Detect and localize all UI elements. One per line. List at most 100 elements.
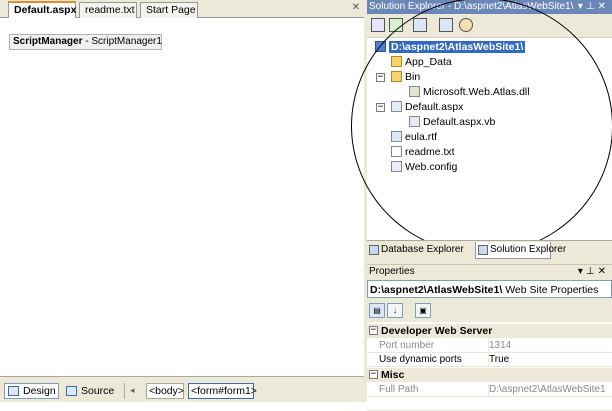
category-label: Developer Web Server	[381, 325, 493, 337]
refresh-icon[interactable]	[389, 18, 403, 32]
tree-node-default-vb[interactable]: Default.aspx.vb	[409, 115, 495, 129]
property-pages-icon[interactable]: ▣	[415, 303, 431, 318]
collapse-icon[interactable]: −	[376, 73, 385, 82]
solution-explorer-toolbar	[367, 14, 612, 38]
project-icon	[375, 41, 386, 52]
tree-node-label: App_Data	[405, 56, 452, 68]
property-value: 1314	[488, 339, 512, 353]
close-icon[interactable]: ✕	[352, 2, 360, 13]
tree-node-project[interactable]: D:\aspnet2\AtlasWebSite1\	[375, 40, 526, 54]
tab-solution-explorer[interactable]: Solution Explorer	[475, 242, 566, 259]
pin-icon[interactable]: ⊥	[586, 1, 598, 12]
source-label: Source	[81, 385, 115, 397]
view-switcher-bar: Design Source ◂ <body> <form#form1>	[0, 376, 364, 402]
alphabetical-icon[interactable]: ↓	[387, 303, 403, 318]
close-icon[interactable]: ✕	[598, 266, 609, 277]
config-file-icon	[391, 161, 402, 172]
txt-file-icon	[391, 146, 402, 157]
view-in-browser-icon[interactable]	[439, 18, 453, 32]
tree-node-web-config[interactable]: Web.config	[391, 160, 457, 174]
vb-file-icon	[409, 116, 420, 127]
rtf-file-icon	[391, 131, 402, 142]
tab-database-explorer[interactable]: Database Explorer	[367, 242, 475, 259]
category-developer-web-server[interactable]: − Developer Web Server	[367, 324, 612, 338]
property-row-full-path[interactable]: Full Path D:\aspnet2\AtlasWebSite1	[367, 383, 612, 397]
object-type: Web Site Properties	[505, 284, 599, 296]
breadcrumb-form-tag[interactable]: <form#form1>	[188, 383, 257, 399]
tree-node-label: readme.txt	[405, 146, 455, 158]
tree-node-label: Default.aspx	[405, 101, 464, 113]
document-tab-strip: Default.aspx readme.txt Start Page ✕	[0, 0, 364, 19]
dll-icon	[409, 86, 420, 97]
properties-icon[interactable]	[371, 18, 385, 32]
design-label: Design	[23, 385, 56, 397]
tree-node-label: eula.rtf	[405, 131, 438, 143]
property-grid: − Developer Web Server Port number 1314 U…	[367, 322, 612, 411]
explorer-tab-strip: Database Explorer Solution Explorer	[367, 240, 612, 260]
property-name: Port number	[379, 340, 435, 351]
tree-node-bin[interactable]: Bin	[391, 70, 420, 84]
divider	[124, 383, 125, 399]
tree-node-label: Bin	[405, 71, 421, 83]
tab-default-aspx[interactable]: Default.aspx	[8, 1, 76, 19]
tab-label: Database Explorer	[381, 244, 464, 255]
pane-buttons: ▾⊥✕	[578, 0, 609, 14]
categorized-icon[interactable]: ▤	[369, 303, 385, 318]
properties-toolbar: ▤ ↓ ▣	[367, 298, 612, 322]
property-value: True	[488, 353, 510, 367]
tree-node-label: Microsoft.Web.Atlas.dll	[423, 86, 530, 98]
property-name: Full Path	[379, 384, 419, 395]
object-name: D:\aspnet2\AtlasWebSite1\	[370, 284, 503, 296]
design-surface[interactable]: ScriptManager - ScriptManager1	[0, 18, 364, 376]
tab-start-page[interactable]: Start Page	[140, 2, 198, 18]
object-selector[interactable]: D:\aspnet2\AtlasWebSite1\ Web Site Prope…	[367, 280, 612, 298]
tree-node-dll[interactable]: Microsoft.Web.Atlas.dll	[409, 85, 530, 99]
control-type-label: ScriptManager	[13, 36, 83, 47]
properties-title: Properties	[369, 266, 415, 277]
solution-icon	[478, 245, 488, 255]
nest-related-files-icon[interactable]	[413, 18, 427, 32]
properties-title-bar: Properties ▾⊥✕	[367, 264, 612, 279]
control-id-label: ScriptManager1	[91, 36, 162, 47]
collapse-icon[interactable]: −	[369, 326, 378, 335]
chevron-left-icon[interactable]: ◂	[130, 385, 135, 396]
database-icon	[369, 245, 379, 255]
source-icon	[66, 386, 77, 396]
tree-node-label: Default.aspx.vb	[423, 116, 496, 128]
dropdown-icon[interactable]: ▾	[578, 1, 586, 12]
tree-node-eula[interactable]: eula.rtf	[391, 130, 437, 144]
category-label: Misc	[381, 369, 405, 381]
tree-node-label: D:\aspnet2\AtlasWebSite1\	[389, 41, 526, 53]
solution-explorer-title-bar: Solution Explorer - D:\aspnet2\AtlasWebS…	[367, 0, 612, 14]
tree-node-readme[interactable]: readme.txt	[391, 145, 455, 159]
category-misc[interactable]: − Misc	[367, 368, 612, 382]
dropdown-icon[interactable]: ▾	[578, 266, 586, 277]
property-value: D:\aspnet2\AtlasWebSite1	[488, 383, 606, 397]
property-name: Use dynamic ports	[379, 354, 462, 365]
folder-icon	[391, 56, 402, 67]
tab-readme-txt[interactable]: readme.txt	[79, 2, 137, 18]
script-manager-control[interactable]: ScriptManager - ScriptManager1	[9, 34, 162, 50]
close-icon[interactable]: ✕	[598, 1, 609, 12]
tree-node-default-aspx[interactable]: Default.aspx	[391, 100, 463, 114]
solution-tree: D:\aspnet2\AtlasWebSite1\ App_Data − Bin…	[351, 0, 612, 254]
pin-icon[interactable]: ⊥	[586, 266, 598, 277]
breadcrumb-body-tag[interactable]: <body>	[146, 383, 184, 399]
tree-node-label: Web.config	[405, 161, 458, 173]
solution-explorer-title: Solution Explorer - D:\aspnet2\AtlasWebS…	[369, 1, 574, 12]
tree-node-app-data[interactable]: App_Data	[391, 55, 452, 69]
folder-icon	[391, 71, 402, 82]
property-row-use-dynamic-ports[interactable]: Use dynamic ports True	[367, 353, 612, 367]
design-icon	[8, 386, 19, 396]
copy-website-icon[interactable]	[459, 18, 473, 32]
collapse-icon[interactable]: −	[369, 370, 378, 379]
property-row-port-number[interactable]: Port number 1314	[367, 339, 612, 353]
right-tool-panel: Solution Explorer - D:\aspnet2\AtlasWebS…	[351, 0, 612, 411]
aspx-file-icon	[391, 101, 402, 112]
pane-buttons: ▾⊥✕	[578, 265, 609, 279]
collapse-icon[interactable]: −	[376, 103, 385, 112]
property-row-partial	[367, 397, 612, 411]
design-view-button[interactable]: Design	[4, 383, 59, 399]
source-view-button[interactable]: Source	[62, 383, 120, 399]
editor-area: Default.aspx readme.txt Start Page ✕ Scr…	[0, 0, 364, 402]
